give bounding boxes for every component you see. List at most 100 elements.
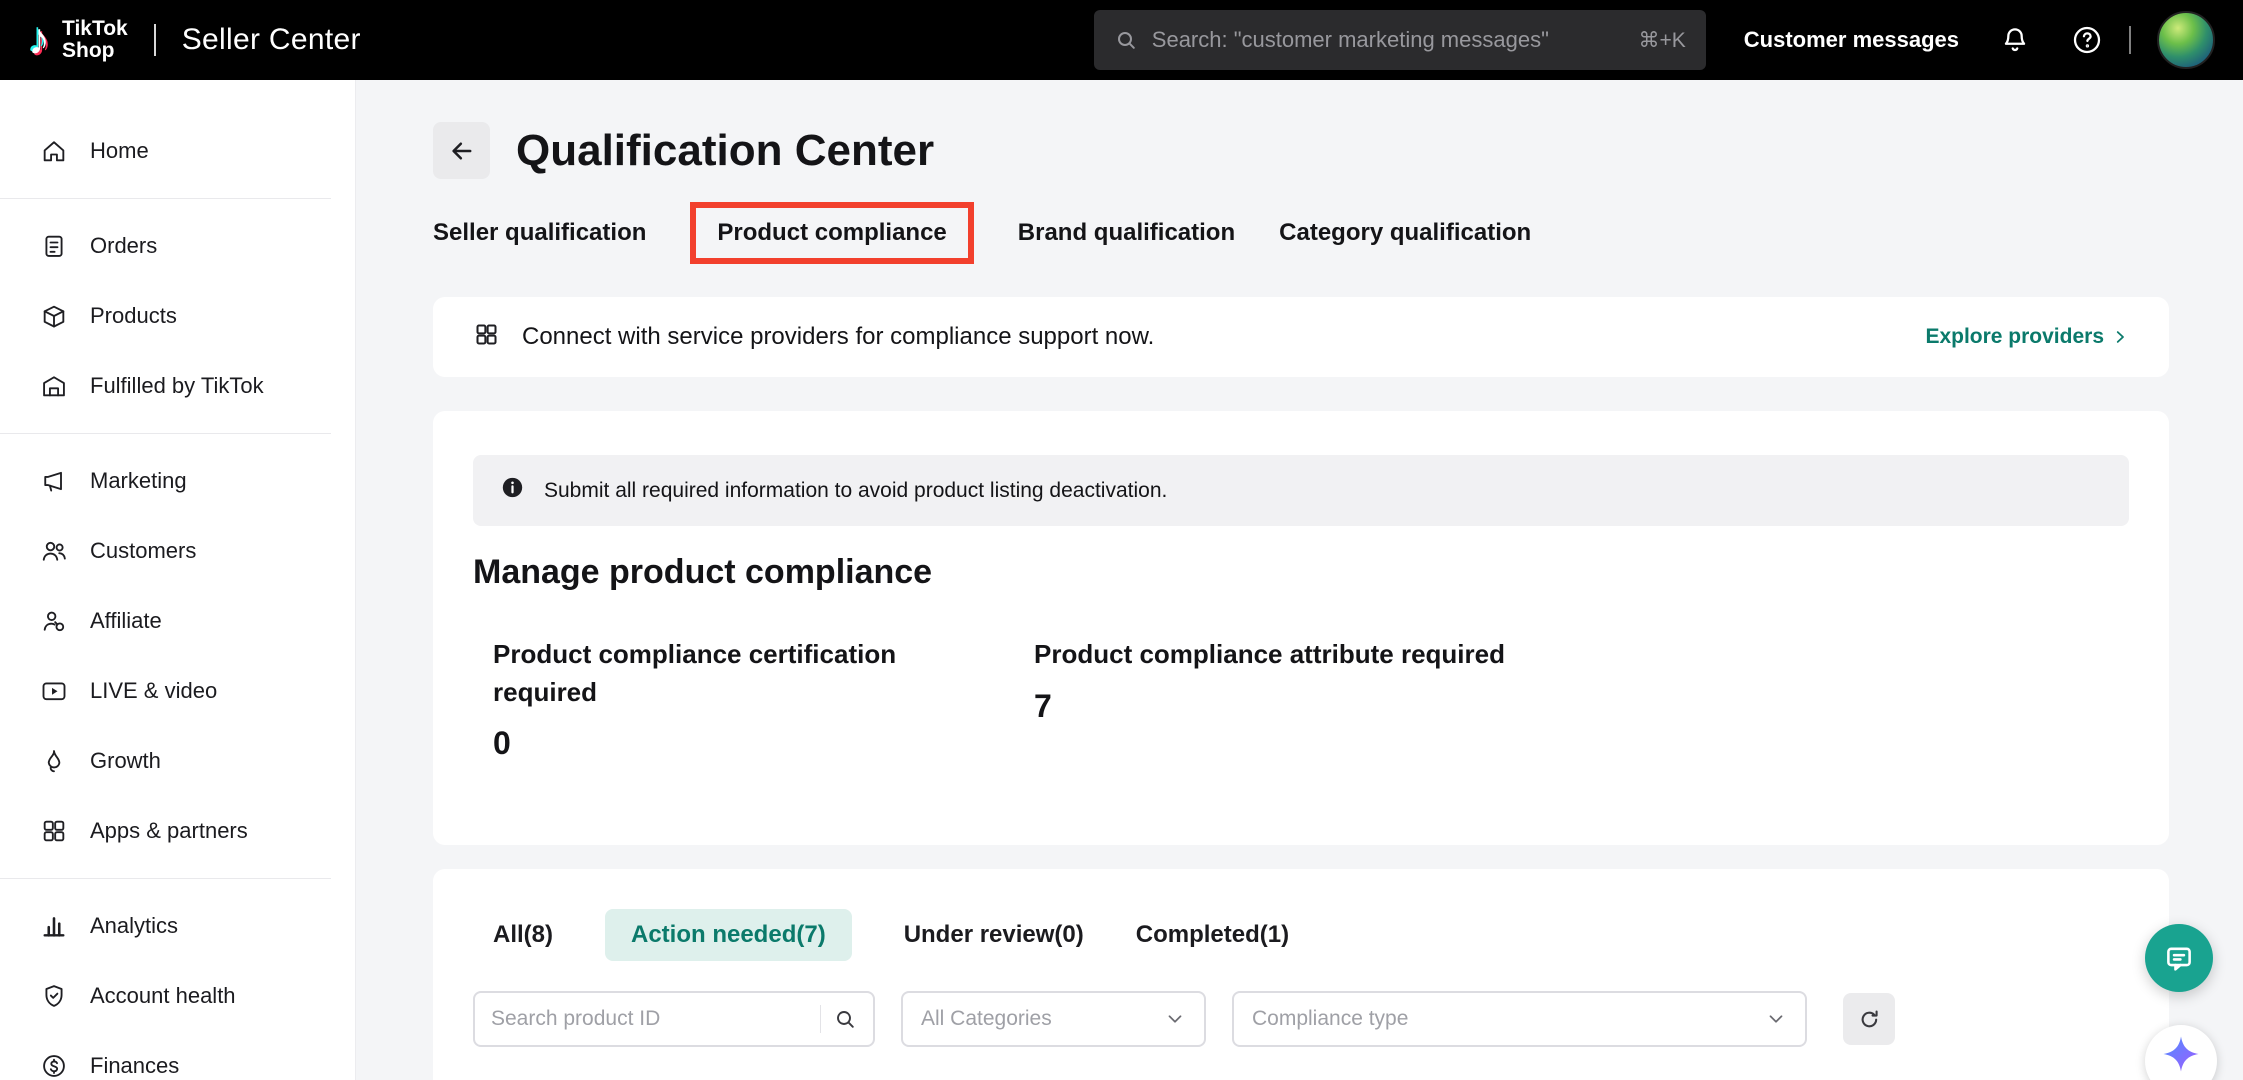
- chat-button[interactable]: [2145, 924, 2213, 992]
- grid-icon: [473, 321, 500, 353]
- back-button[interactable]: [433, 122, 490, 179]
- input-divider: [820, 1005, 821, 1033]
- sidebar-item-label: Fulfilled by TikTok: [90, 373, 264, 399]
- sidebar-item-label: Account health: [90, 983, 236, 1009]
- compliance-type-select[interactable]: Compliance type: [1232, 991, 1807, 1047]
- sidebar-item-growth[interactable]: Growth: [0, 726, 355, 796]
- manage-compliance-card: Submit all required information to avoid…: [433, 411, 2169, 845]
- provider-banner-text: Connect with service providers for compl…: [522, 323, 1154, 351]
- growth-icon: [40, 747, 68, 775]
- sidebar-divider: [0, 433, 331, 434]
- compliance-list-card: All(8) Action needed(7) Under review(0) …: [433, 869, 2169, 1080]
- affiliate-icon: [40, 607, 68, 635]
- notice-text: Submit all required information to avoid…: [544, 479, 1167, 503]
- tab-seller-qualification[interactable]: Seller qualification: [433, 219, 646, 247]
- chevron-down-icon: [1765, 1008, 1787, 1030]
- sidebar-item-label: Products: [90, 303, 177, 329]
- sidebar-item-live-video[interactable]: LIVE & video: [0, 656, 355, 726]
- product-id-search-input[interactable]: [491, 1007, 808, 1031]
- stat-certification-required: Product compliance certification require…: [493, 636, 1034, 762]
- app-name: Seller Center: [182, 23, 361, 57]
- chevron-right-icon: [2111, 328, 2129, 346]
- tiktok-shop-logo[interactable]: ♪ TikTok Shop: [28, 18, 128, 62]
- sidebar-item-label: LIVE & video: [90, 678, 217, 704]
- sidebar-item-label: Growth: [90, 748, 161, 774]
- chat-icon: [2162, 941, 2196, 975]
- sidebar-item-customers[interactable]: Customers: [0, 516, 355, 586]
- stat-label: Product compliance certification require…: [493, 636, 973, 711]
- sidebar-item-label: Customers: [90, 538, 196, 564]
- sidebar-item-label: Apps & partners: [90, 818, 248, 844]
- sidebar-item-label: Finances: [90, 1053, 179, 1079]
- finances-icon: [40, 1052, 68, 1080]
- header-divider-2: [2129, 26, 2131, 54]
- search-icon: [833, 1007, 857, 1031]
- category-select[interactable]: All Categories: [901, 991, 1206, 1047]
- search-shortcut: ⌘+K: [1639, 28, 1686, 53]
- back-arrow-icon: [448, 137, 476, 165]
- sidebar-item-orders[interactable]: Orders: [0, 211, 355, 281]
- status-filter-tabs: All(8) Action needed(7) Under review(0) …: [473, 909, 2129, 961]
- sidebar-item-label: Marketing: [90, 468, 187, 494]
- live-video-icon: [40, 677, 68, 705]
- stat-value: 7: [1034, 688, 1575, 725]
- filter-tab-action-needed[interactable]: Action needed(7): [605, 909, 852, 961]
- sidebar-item-fulfilled-by-tiktok[interactable]: Fulfilled by TikTok: [0, 351, 355, 421]
- account-health-icon: [40, 982, 68, 1010]
- filter-tab-under-review[interactable]: Under review(0): [904, 921, 1084, 949]
- sidebar-item-account-health[interactable]: Account health: [0, 961, 355, 1031]
- avatar[interactable]: [2157, 11, 2215, 69]
- global-search-input[interactable]: Search: "customer marketing messages" ⌘+…: [1094, 10, 1706, 70]
- global-search-placeholder: Search: "customer marketing messages": [1152, 27, 1625, 53]
- home-icon: [40, 137, 68, 165]
- filter-tab-completed[interactable]: Completed(1): [1136, 921, 1289, 949]
- tab-brand-qualification[interactable]: Brand qualification: [1018, 219, 1235, 247]
- brand-line2: Shop: [62, 39, 115, 62]
- section-title: Manage product compliance: [473, 553, 2129, 592]
- category-select-value: All Categories: [921, 1007, 1052, 1031]
- sidebar-item-products[interactable]: Products: [0, 281, 355, 351]
- bell-icon: [1999, 24, 2031, 56]
- stat-label: Product compliance attribute required: [1034, 636, 1514, 674]
- page-header: Qualification Center: [433, 122, 2169, 179]
- sidebar-item-finances[interactable]: Finances: [0, 1031, 355, 1080]
- compliance-stats: Product compliance certification require…: [473, 636, 2129, 762]
- filter-row: All Categories Compliance type: [473, 991, 2129, 1047]
- products-icon: [40, 302, 68, 330]
- sidebar: Home Orders Products Fulfilled by TikTok…: [0, 80, 356, 1080]
- tab-product-compliance[interactable]: Product compliance: [717, 219, 946, 246]
- sidebar-item-apps-partners[interactable]: Apps & partners: [0, 796, 355, 866]
- qualification-tabs: Seller qualification Product compliance …: [433, 199, 2169, 267]
- refresh-button[interactable]: [1843, 993, 1895, 1045]
- tab-category-qualification[interactable]: Category qualification: [1279, 219, 1531, 247]
- help-icon: [2071, 24, 2103, 56]
- sidebar-item-label: Affiliate: [90, 608, 162, 634]
- notifications-button[interactable]: [1999, 24, 2031, 56]
- sidebar-item-marketing[interactable]: Marketing: [0, 446, 355, 516]
- sidebar-item-label: Orders: [90, 233, 157, 259]
- sidebar-item-label: Home: [90, 138, 149, 164]
- marketing-icon: [40, 467, 68, 495]
- stat-attribute-required: Product compliance attribute required 7: [1034, 636, 1575, 762]
- filter-tab-all[interactable]: All(8): [493, 921, 553, 949]
- main-content: Qualification Center Seller qualificatio…: [356, 80, 2243, 1080]
- sidebar-item-affiliate[interactable]: Affiliate: [0, 586, 355, 656]
- info-icon: [499, 474, 526, 507]
- sparkle-icon: [2160, 1033, 2202, 1075]
- customers-icon: [40, 537, 68, 565]
- brand-line1: TikTok: [62, 17, 128, 40]
- customer-messages-link[interactable]: Customer messages: [1744, 27, 1959, 53]
- compliance-type-select-value: Compliance type: [1252, 1007, 1408, 1031]
- sidebar-item-home[interactable]: Home: [0, 116, 355, 186]
- header-divider: [154, 24, 156, 56]
- search-icon: [1114, 28, 1138, 52]
- refresh-icon: [1857, 1007, 1882, 1032]
- stat-value: 0: [493, 725, 1034, 762]
- tiktok-note-icon: ♪: [28, 18, 50, 62]
- top-bar: ♪ TikTok Shop Seller Center Search: "cus…: [0, 0, 2243, 80]
- notice-banner: Submit all required information to avoid…: [473, 455, 2129, 526]
- explore-providers-link[interactable]: Explore providers: [1925, 325, 2129, 349]
- product-id-search[interactable]: [473, 991, 875, 1047]
- help-button[interactable]: [2071, 24, 2103, 56]
- sidebar-item-analytics[interactable]: Analytics: [0, 891, 355, 961]
